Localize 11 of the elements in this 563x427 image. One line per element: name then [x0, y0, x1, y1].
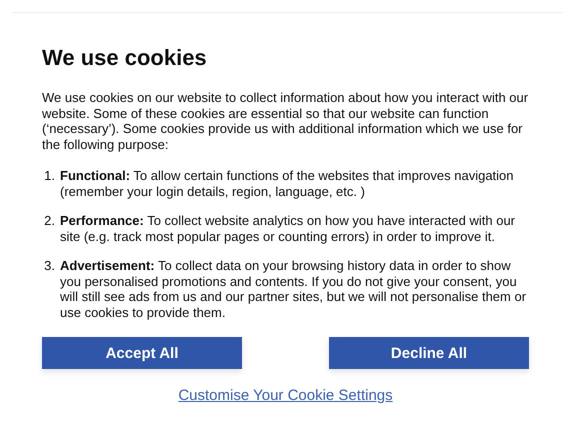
cookie-settings-link[interactable]: Customise Your Cookie Settings	[178, 387, 393, 404]
dialog-title: We use cookies	[42, 45, 208, 71]
list-number: 1.	[43, 168, 56, 185]
intro-paragraph: We use cookies on our website to collect information about how you interact with our website. Some of these cookies are essential so that our website can function (‘necessary’). Some cookies provide us with additional information which we use for the following purpose:	[42, 90, 529, 152]
decline-button[interactable]: Decline All	[329, 337, 529, 369]
purpose-text: Advertisement: To collect data on your browsing history data in order to show you personalised promotions and contents. If you do not give your consent, you will still see ads from us and our partner sites, but we will not personalise them or use cookies to provide them.	[60, 258, 528, 320]
purpose-text: Functional: To allow certain functions of the websites that improves navigation (remember your login details, region, language, etc. )	[60, 168, 515, 199]
list-number: 3.	[43, 258, 56, 275]
purpose-text: Performance: To collect website analytics on how you have interacted with our site (e.g. track most popular pages or counting errors) in order to improve it.	[60, 213, 516, 244]
list-number: 2.	[43, 213, 56, 230]
accept-button[interactable]: Accept All	[42, 337, 242, 369]
